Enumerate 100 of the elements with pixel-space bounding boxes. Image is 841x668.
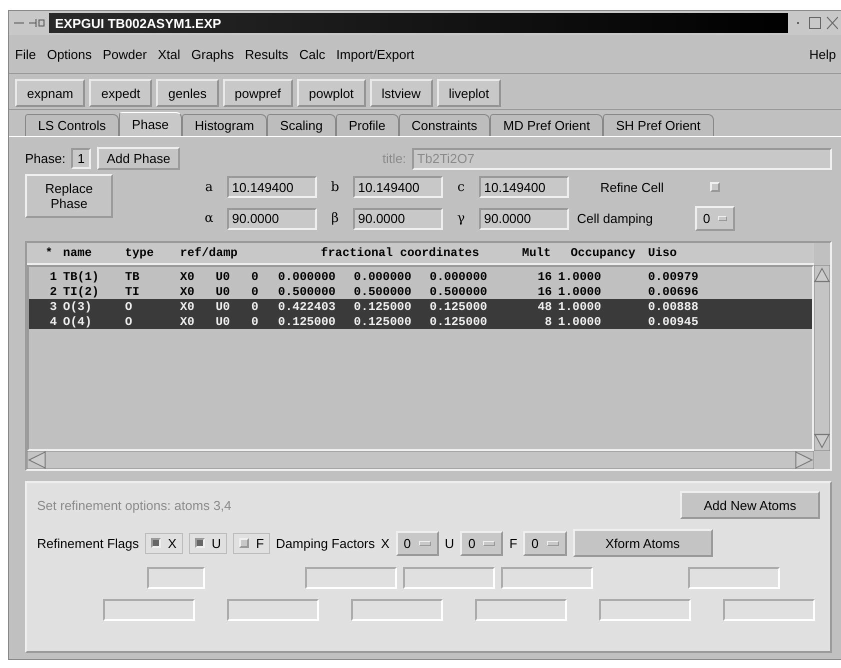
cell-parameter-field[interactable]: 90.0000: [227, 208, 317, 230]
cell-parameter-label: b: [330, 180, 340, 194]
table-cell-text: 16: [536, 270, 553, 284]
input-field[interactable]: [688, 567, 780, 589]
cell-damping-dropdown[interactable]: 0: [695, 206, 735, 231]
table-cell-text: TB: [125, 270, 140, 284]
input-field[interactable]: [403, 567, 495, 589]
refinement-flag[interactable]: F: [232, 532, 270, 554]
table-cell-text: 2: [48, 284, 58, 298]
refinement-flag[interactable]: X: [144, 532, 183, 554]
vertical-scrollbar[interactable]: [814, 265, 830, 451]
input-field[interactable]: [147, 567, 205, 589]
menu-item[interactable]: Graphs: [191, 46, 234, 62]
damping-dropdown[interactable]: 0: [523, 530, 567, 556]
toolbar-button[interactable]: expnam: [15, 79, 86, 107]
table-cell-text: 0.500000 0.500000 0.500000: [278, 284, 488, 298]
refinement-flag[interactable]: U: [188, 532, 227, 554]
toolbar-button[interactable]: powplot: [296, 79, 366, 107]
cell-parameter-field[interactable]: 10.149400: [353, 176, 443, 198]
toolbar-button[interactable]: liveplot: [436, 79, 502, 107]
table-cell-text: X0 U0 0: [180, 314, 260, 328]
tab[interactable]: Profile: [336, 114, 399, 136]
input-field[interactable]: [305, 567, 397, 589]
table-cell-text: 1.0000: [558, 314, 602, 328]
table-cell-text: 0.125000 0.125000 0.125000: [278, 314, 488, 328]
table-cell-text: 4: [48, 314, 58, 328]
xform-atoms-button[interactable]: Xform Atoms: [572, 529, 713, 557]
window-menu-icon[interactable]: [13, 17, 45, 29]
atom-row[interactable]: 4 O(4) O X0 U0 0 0.125000 0.125000 0.125000 8 1.0000 0.00945: [29, 314, 812, 329]
input-field[interactable]: [227, 599, 319, 621]
tab[interactable]: LS Controls: [25, 114, 119, 136]
damping-label: F: [509, 536, 518, 550]
damping-dropdown[interactable]: 0: [460, 530, 504, 556]
tab[interactable]: Histogram: [182, 114, 268, 136]
table-cell-text: X0 U0 0: [180, 270, 260, 284]
table-cell-text: TB(1): [63, 270, 100, 284]
menu-item[interactable]: Results: [244, 46, 288, 62]
column-header: type: [125, 246, 155, 260]
replace-phase-button[interactable]: Replace Phase: [25, 174, 113, 218]
column-header: Uiso: [648, 246, 678, 260]
table-cell-text: 1.0000: [558, 270, 602, 284]
horizontal-scrollbar[interactable]: [27, 451, 814, 469]
menu-item[interactable]: Import/Export: [336, 46, 414, 62]
cell-parameter-field[interactable]: 10.149400: [479, 176, 569, 198]
cell-parameter-field[interactable]: 90.0000: [479, 208, 569, 230]
tab[interactable]: Constraints: [398, 114, 490, 136]
tab[interactable]: MD Pref Orient: [490, 114, 603, 136]
flag-checkbox[interactable]: [238, 538, 249, 548]
table-cell-text: TI: [125, 284, 140, 298]
cell-parameter-label: β: [330, 211, 340, 226]
toolbar-button[interactable]: genles: [156, 79, 219, 107]
column-header: fractional coordinates: [320, 246, 480, 260]
refine-cell-checkbox[interactable]: [710, 182, 720, 192]
table-cell-text: 48: [536, 300, 553, 314]
menu-item[interactable]: Options: [46, 46, 92, 62]
input-field[interactable]: [599, 599, 691, 621]
table-cell-text: X0 U0 0: [180, 300, 260, 314]
input-field[interactable]: [723, 599, 815, 621]
phase-number[interactable]: 1: [71, 148, 91, 169]
input-field[interactable]: [351, 599, 443, 621]
table-cell-text: 0.000000 0.000000 0.000000: [278, 270, 488, 284]
table-cell-text: 0.00696: [648, 284, 700, 298]
damping-dropdown[interactable]: 0: [396, 530, 439, 556]
phase-label: Phase:: [25, 151, 66, 166]
toolbar-button[interactable]: powpref: [222, 79, 293, 107]
cell-parameter-field[interactable]: 10.149400: [227, 176, 317, 198]
refine-cell-label: Refine Cell: [599, 180, 665, 194]
table-cell-text: 8: [544, 314, 553, 328]
menu-item[interactable]: Powder: [102, 46, 147, 62]
table-cell-text: 0.00888: [648, 300, 700, 314]
atom-row[interactable]: 1 TB(1) TB X0 U0 0 0.000000 0.000000 0.000000 16 1.0000 0.00979: [29, 269, 812, 284]
toolbar-button[interactable]: expedt: [89, 79, 152, 107]
table-cell-text: O(3): [63, 300, 93, 314]
atom-row[interactable]: 2 TI(2) TI X0 U0 0 0.500000 0.500000 0.500000 16 1.0000 0.00696: [29, 284, 812, 299]
cell-parameter-field[interactable]: 90.0000: [353, 208, 443, 230]
add-atoms-button[interactable]: Add New Atoms: [680, 491, 820, 519]
damping-label: U: [444, 536, 454, 550]
input-field[interactable]: [475, 599, 567, 621]
cell-parameter-label: a: [204, 180, 214, 194]
menu-item[interactable]: Xtal: [158, 46, 180, 62]
tab[interactable]: Phase: [118, 112, 182, 136]
window-title: EXPGUI TB002ASYM1.EXP: [49, 13, 788, 33]
flag-checkbox[interactable]: [150, 538, 161, 548]
close-icon[interactable]: [826, 16, 838, 30]
atom-row[interactable]: 3 O(3) O X0 U0 0 0.422403 0.125000 0.125000 48 1.0000 0.00888: [29, 299, 812, 314]
tab[interactable]: SH Pref Orient: [602, 114, 714, 136]
tab[interactable]: Scaling: [267, 114, 336, 136]
menu-item[interactable]: Help: [809, 46, 836, 62]
input-field[interactable]: [103, 599, 195, 621]
menu-item[interactable]: File: [15, 46, 36, 62]
input-field[interactable]: [501, 567, 593, 589]
cell-parameter-label: α: [204, 211, 214, 226]
menu-item[interactable]: Calc: [299, 46, 326, 62]
maximize-icon[interactable]: [808, 16, 822, 30]
toolbar-button[interactable]: lstview: [370, 79, 433, 107]
flag-checkbox[interactable]: [194, 538, 205, 548]
add-phase-button[interactable]: Add Phase: [96, 147, 180, 170]
cell-parameter-label: c: [456, 180, 466, 194]
table-cell-text: 3: [48, 300, 58, 314]
table-cell-text: X0 U0 0: [180, 284, 260, 298]
